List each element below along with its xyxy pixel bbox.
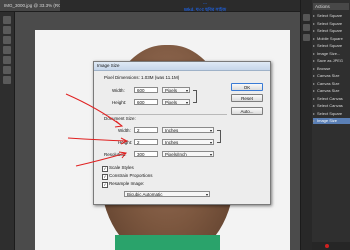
auto-button[interactable]: Auto... xyxy=(231,107,263,115)
action-row-label: Image Size xyxy=(317,118,338,123)
document-size-label: Document Size: xyxy=(104,116,136,121)
action-row[interactable]: ▸ Select Canvas xyxy=(313,96,350,102)
chevron-down-icon: ▾ xyxy=(185,88,188,93)
chevron-down-icon: ▾ xyxy=(209,140,212,145)
document-tab[interactable]: IMG_3000.jpg @ 33.3% (RGB/8) * xyxy=(0,0,60,11)
tab-actions[interactable]: Actions xyxy=(313,3,349,10)
brush-tool-icon[interactable] xyxy=(3,56,11,64)
swatches-icon[interactable] xyxy=(303,34,310,41)
doc-width-unit-select[interactable]: Inches ▾ xyxy=(162,127,214,133)
resolution-unit-select[interactable]: Pixels/Inch ▾ xyxy=(162,151,214,157)
pixel-link-chain-icon xyxy=(193,90,197,103)
action-row[interactable]: ▸ Canvas Size xyxy=(313,73,350,79)
scale-styles-checkbox[interactable]: ✓ xyxy=(102,166,108,172)
pixel-height-unit: Pixels xyxy=(165,100,178,105)
constrain-proportions-checkbox[interactable]: ✓ xyxy=(102,174,108,180)
scale-styles-label: Scale Styles xyxy=(109,165,134,170)
action-row-label: Browse xyxy=(317,65,331,71)
history-icon[interactable] xyxy=(303,14,310,21)
doc-width-input[interactable]: 2 xyxy=(134,127,158,133)
pixel-width-label: Width: xyxy=(112,88,125,93)
chevron-down-icon: ▾ xyxy=(209,128,212,133)
resample-image-checkbox[interactable]: ✓ xyxy=(102,182,108,188)
action-row[interactable]: ▸ Image Size... xyxy=(313,51,350,57)
image-size-dialog: Image Size Pixel Dimensions: 1.03M (was … xyxy=(93,61,271,205)
resolution-label: Resolution: xyxy=(104,152,127,157)
pixel-dimensions-label: Pixel Dimensions: 1.03M (was 11.1M) xyxy=(104,75,180,80)
action-row-label: Select Square xyxy=(317,13,343,18)
action-row[interactable]: ▸ Select Square xyxy=(313,43,350,49)
constrain-proportions-label: Constrain Proportions xyxy=(109,173,153,178)
action-row[interactable]: ▸ Canvas Size xyxy=(313,81,350,87)
resample-image-label: Resample Image: xyxy=(109,181,145,186)
resolution-unit: Pixels/Inch xyxy=(165,152,187,157)
action-row[interactable]: ▸ Canvas Size xyxy=(313,88,350,94)
portrait-shirt xyxy=(115,235,220,250)
doc-height-input[interactable]: 2 xyxy=(134,139,158,145)
action-row-label: Image Size... xyxy=(317,50,341,56)
action-row[interactable]: ▸ Image Size xyxy=(313,118,350,124)
doc-height-unit-select[interactable]: Inches ▾ xyxy=(162,139,214,145)
action-row-label: Select Square xyxy=(317,28,343,33)
chevron-down-icon: ▾ xyxy=(185,100,188,105)
resample-method-select[interactable]: Bicubic Automatic ▾ xyxy=(124,191,210,197)
pixel-height-input[interactable]: 600 xyxy=(134,99,158,105)
action-row[interactable]: ▸ Save as JPEG xyxy=(313,58,350,64)
reset-button[interactable]: Reset xyxy=(231,94,263,102)
action-row[interactable]: ▸ Select Square xyxy=(313,111,350,117)
doc-link-chain-icon xyxy=(217,130,221,143)
action-row-label: Mobile Square xyxy=(317,35,343,41)
properties-icon[interactable] xyxy=(303,24,310,31)
doc-width-label: Width: xyxy=(118,128,131,133)
chevron-down-icon: ▾ xyxy=(209,152,212,157)
pixel-width-unit-select[interactable]: Pixels ▾ xyxy=(162,87,190,93)
actions-toolbar xyxy=(312,242,350,250)
doc-height-label: Height: xyxy=(118,140,133,145)
pixel-height-unit-select[interactable]: Pixels ▾ xyxy=(162,99,190,105)
tools-panel xyxy=(0,12,15,250)
action-row[interactable]: ▸ Select Square xyxy=(313,28,350,34)
doc-height-unit: Inches xyxy=(165,140,179,145)
action-row-label: Select Square xyxy=(317,43,343,48)
action-row-label: Canvas Size xyxy=(317,80,340,86)
pixel-width-unit: Pixels xyxy=(165,88,178,93)
panel-icon-strip xyxy=(301,0,312,250)
action-row[interactable]: ▸ Mobile Square xyxy=(313,36,350,42)
action-row-label: Select Square xyxy=(317,110,343,116)
action-row-label: Select Canvas xyxy=(317,95,343,101)
record-icon[interactable] xyxy=(325,244,329,248)
move-tool-icon[interactable] xyxy=(3,16,11,24)
action-row-label: Select Square xyxy=(317,20,343,26)
action-row[interactable]: ▸ Select Square xyxy=(313,13,350,19)
action-row[interactable]: ▸ Select Square xyxy=(313,21,350,27)
action-row-label: Canvas Size xyxy=(317,88,340,93)
ok-button[interactable]: OK xyxy=(231,83,263,91)
document-size-divider xyxy=(102,114,227,115)
dialog-title: Image Size xyxy=(94,62,270,71)
action-row[interactable]: ▸ Select Canvas xyxy=(313,103,350,109)
action-row-label: Canvas Size xyxy=(317,73,340,78)
action-row-label: Save as JPEG xyxy=(317,58,344,63)
pixel-width-input[interactable]: 600 xyxy=(134,87,158,93)
eraser-tool-icon[interactable] xyxy=(3,66,11,74)
chevron-down-icon: ▾ xyxy=(205,192,208,197)
lasso-tool-icon[interactable] xyxy=(3,36,11,44)
actions-panel: Actions ▸ Select Square ▸ Select Square ▸ Sel… xyxy=(300,0,350,250)
text-tool-icon[interactable] xyxy=(3,76,11,84)
crop-tool-icon[interactable] xyxy=(3,46,11,54)
action-row-label: Select Canvas xyxy=(317,103,343,108)
resample-method: Bicubic Automatic xyxy=(127,192,163,197)
marquee-tool-icon[interactable] xyxy=(3,26,11,34)
action-row[interactable]: ▸ Browse xyxy=(313,66,350,72)
doc-width-unit: Inches xyxy=(165,128,179,133)
resolution-input[interactable]: 300 xyxy=(134,151,158,157)
pixel-height-label: Height: xyxy=(112,100,127,105)
